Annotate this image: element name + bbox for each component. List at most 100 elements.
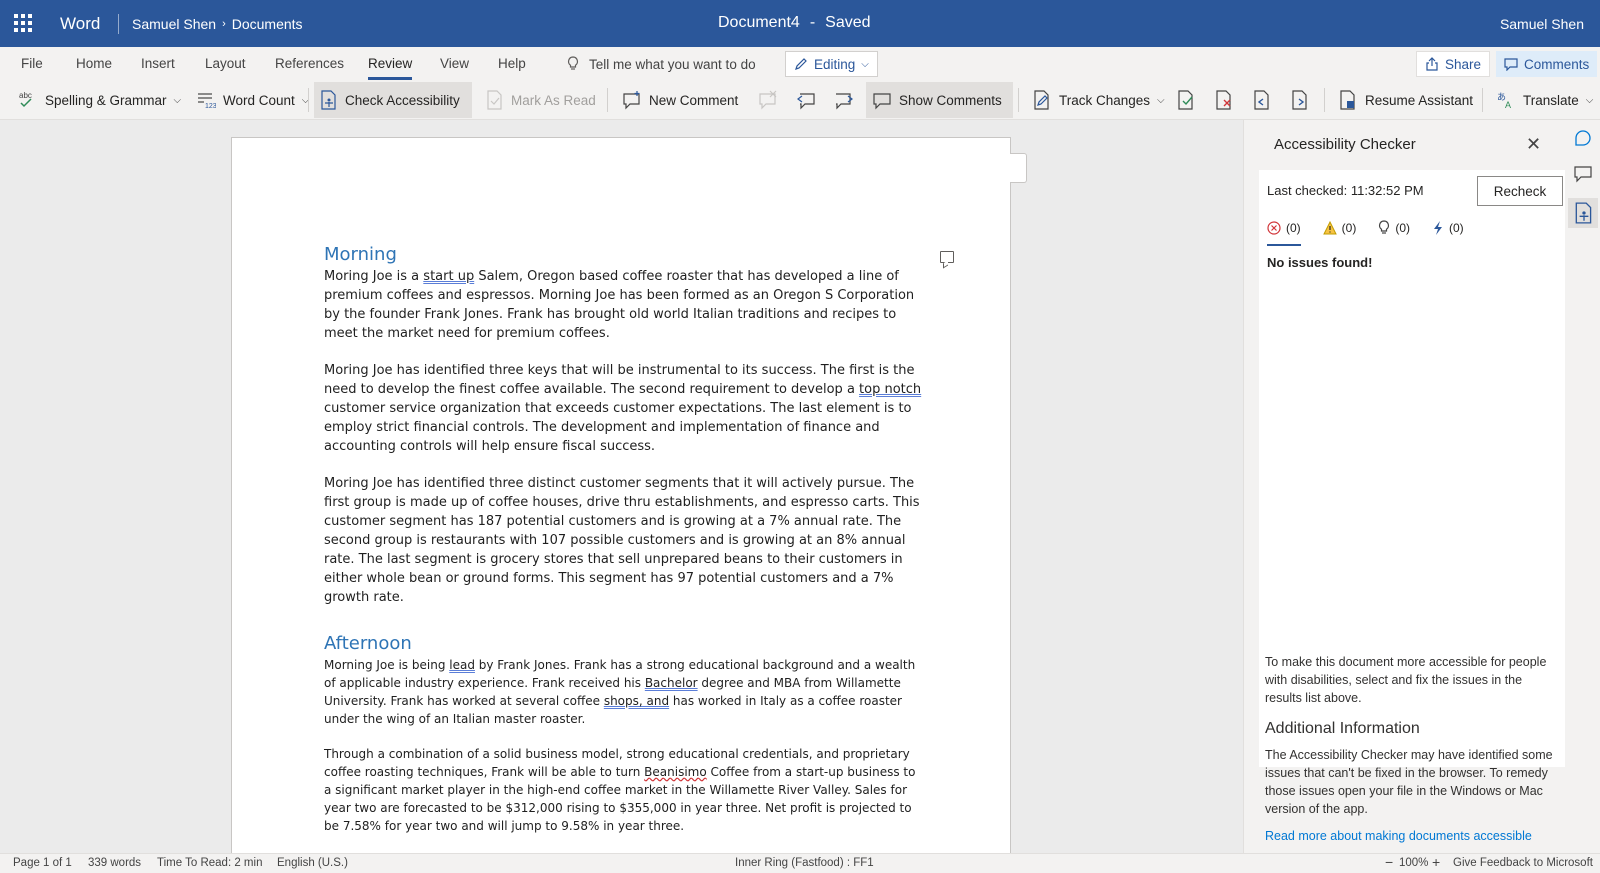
- editing-mode-dropdown[interactable]: Editing ⌵: [785, 51, 878, 77]
- delete-comment-button[interactable]: [752, 82, 784, 118]
- track-changes-button[interactable]: Track Changes ⌵: [1026, 82, 1171, 118]
- text-run: Moring Joe has identified three keys tha…: [324, 363, 915, 397]
- next-comment-button[interactable]: [828, 82, 860, 118]
- tab-help[interactable]: Help: [498, 56, 526, 71]
- chevron-down-icon: ⌵: [861, 58, 869, 70]
- tell-me-search[interactable]: Tell me what you want to do: [567, 56, 756, 72]
- comment-indicator-icon[interactable]: [940, 251, 954, 263]
- ribbon-divider: [1324, 88, 1325, 112]
- word-count-button[interactable]: 123 Word Count ⌵: [190, 82, 315, 118]
- save-status: Saved: [825, 14, 871, 31]
- document-name[interactable]: Document4: [718, 14, 800, 32]
- svg-text:abc: abc: [19, 91, 32, 100]
- previous-comment-button[interactable]: [790, 82, 822, 118]
- tab-references[interactable]: References: [275, 56, 344, 71]
- heading-afternoon[interactable]: Afternoon: [324, 633, 924, 655]
- new-comment-button[interactable]: New Comment: [616, 82, 744, 118]
- breadcrumb-folder[interactable]: Documents: [232, 16, 303, 32]
- check-accessibility-label: Check Accessibility: [345, 92, 460, 108]
- grammar-flag[interactable]: lead: [449, 658, 475, 672]
- accept-change-button[interactable]: [1170, 82, 1202, 118]
- spelling-check-icon: abc: [19, 91, 32, 108]
- document-canvas[interactable]: Morning Moring Joe is a start up Salem, …: [0, 120, 1243, 853]
- zoom-level[interactable]: 100%: [1399, 857, 1428, 869]
- paragraph-1[interactable]: Moring Joe is a start up Salem, Oregon b…: [324, 267, 924, 343]
- ribbon-divider: [308, 88, 309, 112]
- chevron-down-icon: ⌵: [1585, 94, 1594, 106]
- errors-count: (0): [1286, 221, 1301, 235]
- share-icon: [1426, 57, 1438, 71]
- language[interactable]: English (U.S.): [277, 857, 348, 869]
- read-more-link[interactable]: Read more about making documents accessi…: [1265, 829, 1532, 843]
- document-body[interactable]: Morning Moring Joe is a start up Salem, …: [324, 244, 924, 852]
- comments-button[interactable]: Comments: [1496, 51, 1598, 77]
- zoom-out-button[interactable]: −: [1385, 854, 1393, 870]
- share-button[interactable]: Share: [1416, 51, 1491, 77]
- previous-change-button[interactable]: [1246, 82, 1278, 118]
- app-name[interactable]: Word: [60, 14, 100, 34]
- heading-morning[interactable]: Morning: [324, 244, 924, 266]
- active-filter-indicator: [1267, 244, 1301, 246]
- resume-assistant-button[interactable]: Resume Assistant: [1332, 82, 1479, 118]
- page-count[interactable]: Page 1 of 1: [13, 857, 72, 869]
- chevron-down-icon: ⌵: [173, 94, 182, 106]
- tab-home[interactable]: Home: [76, 56, 112, 71]
- tab-view[interactable]: View: [440, 56, 469, 71]
- accessibility-pane-icon[interactable]: [1568, 198, 1598, 228]
- accessibility-check-icon: [321, 90, 336, 110]
- user-name[interactable]: Samuel Shen: [1500, 16, 1584, 32]
- tab-review[interactable]: Review: [368, 56, 413, 80]
- feedback-link[interactable]: Give Feedback to Microsoft: [1453, 857, 1593, 869]
- intelligent-count: (0): [1449, 221, 1464, 235]
- reject-change-button[interactable]: [1208, 82, 1240, 118]
- spelling-grammar-button[interactable]: abc Spelling & Grammar ⌵: [12, 82, 187, 118]
- track-changes-label: Track Changes: [1059, 92, 1151, 108]
- grammar-flag[interactable]: Bachelor: [645, 676, 698, 690]
- tab-insert[interactable]: Insert: [141, 56, 175, 71]
- designer-icon[interactable]: [1573, 128, 1593, 148]
- next-change-button[interactable]: [1284, 82, 1316, 118]
- mark-as-read-button[interactable]: Mark As Read: [480, 82, 602, 118]
- breadcrumb: Samuel Shen › Documents: [132, 16, 303, 32]
- grammar-flag[interactable]: shops, and: [604, 694, 669, 708]
- recheck-button[interactable]: Recheck: [1477, 176, 1563, 206]
- spelling-flag[interactable]: Beanisimo: [644, 765, 707, 779]
- zoom-in-button[interactable]: +: [1432, 854, 1440, 870]
- word-count[interactable]: 339 words: [88, 857, 141, 869]
- intelligent-services-filter[interactable]: (0): [1432, 220, 1464, 236]
- paragraph-3[interactable]: Moring Joe has identified three distinct…: [324, 474, 924, 607]
- next-comment-icon: [836, 93, 853, 110]
- title-bar: Word Samuel Shen › Documents Document4 -…: [0, 0, 1600, 47]
- translate-button[interactable]: あA Translate ⌵: [1490, 82, 1599, 118]
- paragraph-2[interactable]: Moring Joe has identified three keys tha…: [324, 361, 924, 456]
- close-icon[interactable]: ✕: [1526, 134, 1541, 155]
- grammar-flag[interactable]: top notch: [859, 382, 921, 397]
- resume-assistant-icon: [1340, 90, 1355, 110]
- tips-filter[interactable]: (0): [1378, 220, 1410, 236]
- mark-read-icon: [487, 90, 502, 110]
- app-launcher-icon[interactable]: [14, 14, 32, 32]
- tab-file[interactable]: File: [21, 56, 43, 71]
- errors-filter[interactable]: (0): [1267, 220, 1301, 236]
- lightning-bolt-icon: [1434, 221, 1443, 235]
- new-comment-icon: [623, 91, 640, 110]
- warnings-filter[interactable]: (0): [1322, 220, 1356, 236]
- show-comments-button[interactable]: Show Comments: [866, 82, 1013, 118]
- lightbulb-icon: [567, 56, 579, 70]
- breadcrumb-owner[interactable]: Samuel Shen: [132, 16, 216, 32]
- editing-label: Editing: [814, 56, 856, 72]
- ribbon-divider: [607, 88, 608, 112]
- tab-layout[interactable]: Layout: [205, 56, 246, 71]
- status-bar: Page 1 of 1 339 words Time To Read: 2 mi…: [0, 853, 1600, 873]
- accessibility-checker-pane: Accessibility Checker ✕ Last checked: 11…: [1243, 120, 1565, 853]
- grammar-flag[interactable]: start up: [423, 269, 474, 284]
- paragraph-5[interactable]: Through a combination of a solid busines…: [324, 745, 924, 835]
- paragraph-4[interactable]: Morning Joe is being lead by Frank Jones…: [324, 656, 924, 728]
- ribbon-divider: [1018, 88, 1019, 112]
- comment-icon[interactable]: [1573, 164, 1593, 184]
- check-accessibility-button[interactable]: Check Accessibility: [314, 82, 472, 118]
- title-divider: [118, 14, 119, 34]
- document-page[interactable]: Morning Moring Joe is a start up Salem, …: [231, 137, 1011, 853]
- document-title[interactable]: Document4 - Saved: [718, 14, 871, 32]
- pencil-icon: [795, 58, 807, 70]
